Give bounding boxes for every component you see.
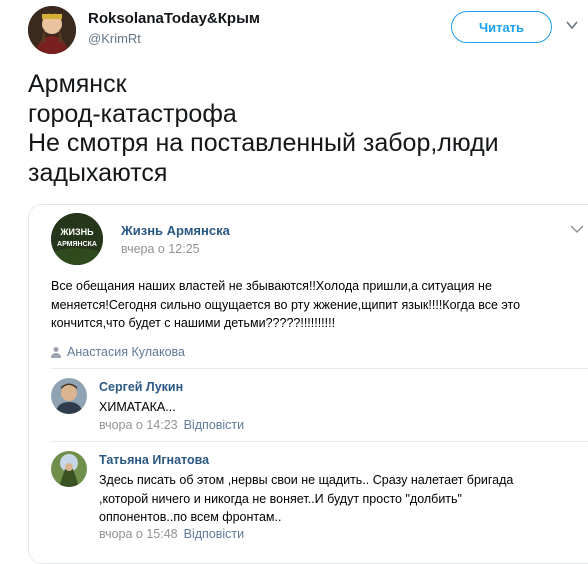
- comment-meta: вчора о 15:48 Відповісти: [99, 527, 244, 541]
- chevron-down-icon[interactable]: [569, 223, 585, 235]
- comment-time[interactable]: вчора о 15:48: [99, 527, 178, 541]
- comment-text-line: ,которой ничего и никогда не воняет..И б…: [99, 491, 462, 506]
- group-logo-text: ЖИЗНЬ: [59, 227, 94, 237]
- comment-author[interactable]: Сергей Лукин: [99, 380, 183, 394]
- user-icon: [51, 347, 61, 358]
- chevron-down-icon[interactable]: [565, 18, 579, 32]
- post-time[interactable]: вчера о 12:25: [121, 242, 200, 256]
- comment-author[interactable]: Татьяна Игнатова: [99, 453, 209, 467]
- tweet-text-line: Армянск: [28, 70, 127, 98]
- divider: [51, 368, 588, 369]
- embedded-image-card[interactable]: ЖИЗНЬ АРМЯНСКА Жизнь Армянска вчера о 12…: [28, 204, 588, 564]
- reply-link[interactable]: Відповісти: [184, 418, 245, 432]
- group-name[interactable]: Жизнь Армянска: [121, 223, 230, 238]
- follow-button[interactable]: Читать: [451, 11, 552, 43]
- group-logo[interactable]: ЖИЗНЬ АРМЯНСКА: [51, 213, 103, 265]
- reply-link[interactable]: Відповісти: [184, 527, 245, 541]
- tweet-text-line: Не смотря на поставленный забор,люди: [28, 129, 499, 157]
- display-name[interactable]: RoksolanaToday&Крым: [88, 10, 260, 27]
- comment-time[interactable]: вчора о 14:23: [99, 418, 178, 432]
- post-body-line: Все обещания наших властей не збываются!…: [51, 279, 492, 293]
- vk-post: ЖИЗНЬ АРМЯНСКА Жизнь Армянска вчера о 12…: [29, 205, 588, 563]
- comment-text: ХИМАТАКА...: [99, 398, 176, 417]
- comment-text-line: оппонентов..по всем фронтам..: [99, 510, 282, 524]
- comment-avatar[interactable]: [51, 378, 87, 414]
- tweet-text-line: город-катастрофа: [28, 99, 237, 128]
- post-author[interactable]: Анастасия Кулакова: [51, 345, 185, 359]
- comment-meta: вчора о 14:23 Відповісти: [99, 418, 244, 432]
- post-body: Все обещания наших властей не збываются!…: [51, 277, 571, 333]
- comment-avatar[interactable]: [51, 451, 87, 487]
- tweet-text-line: задыхаются: [28, 158, 168, 187]
- tweet-text: Армянск город-катастрофа Не смотря на по…: [28, 70, 568, 188]
- comment-text-line: Здесь писать об этом ,нервы свои не щади…: [99, 473, 514, 487]
- comment-text-line: ХИМАТАКА...: [99, 400, 176, 414]
- divider: [51, 441, 588, 442]
- post-author-name[interactable]: Анастасия Кулакова: [67, 345, 185, 359]
- post-body-line: кончится,что будет с нашими детьми?????!…: [51, 316, 336, 330]
- comment-text: Здесь писать об этом ,нервы свои не щади…: [99, 471, 513, 527]
- post-body-line: меняется!Сегодня сильно ощущается во рту…: [51, 297, 521, 312]
- group-logo-text: АРМЯНСКА: [57, 241, 97, 248]
- user-handle[interactable]: @KrimRt: [88, 31, 141, 46]
- profile-avatar[interactable]: [28, 6, 76, 54]
